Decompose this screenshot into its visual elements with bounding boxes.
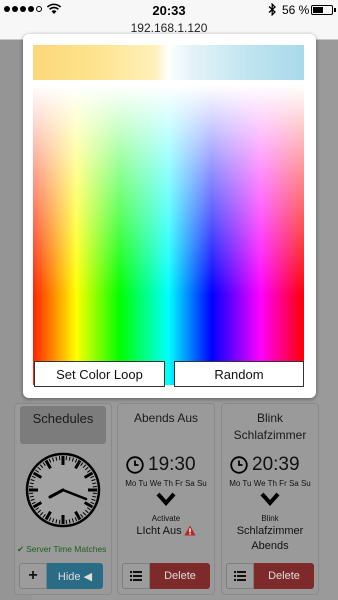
add-schedule-button[interactable]: + (19, 563, 47, 589)
server-status-text: Server Time Matches (26, 544, 107, 554)
clock-icon (230, 456, 248, 474)
plus-icon: + (28, 567, 38, 584)
chevron-down-icon (260, 492, 280, 506)
server-time-status: ✔ Server Time Matches (17, 544, 113, 555)
action-target-label: LIcht Aus (136, 525, 182, 537)
white-temperature-slider[interactable] (33, 45, 304, 80)
hide-button[interactable]: Hide ◀ (47, 563, 103, 589)
delete-button[interactable]: Delete (254, 563, 314, 589)
analog-clock-icon (25, 452, 101, 528)
schedule-title-line1: Blink (256, 411, 283, 425)
action-target-line1: Schlafzimmer (236, 525, 304, 537)
schedule-card-abends-aus: Abends Aus 19:30 Mo Tu We Th Fr Sa Su Ac… (117, 403, 215, 595)
action-target: LIcht Aus (118, 525, 214, 537)
action-target-line2: Abends (251, 540, 289, 552)
bluetooth-icon (268, 3, 276, 16)
schedules-card: Schedules ✔ Server Time Matches + Hide ◀ (14, 403, 112, 595)
status-bar: 20:33 56 % (0, 0, 338, 20)
weekdays: Mo Tu We Th Fr Sa Su (229, 479, 311, 488)
schedule-card-blink-schlafzimmer: Blink Schlafzimmer 20:39 Mo Tu We Th Fr … (221, 403, 319, 595)
schedule-title: Abends Aus (133, 411, 199, 425)
clock-icon (126, 456, 144, 474)
schedules-tab[interactable]: Schedules (20, 406, 106, 444)
delete-label: Delete (268, 570, 300, 582)
list-button[interactable] (226, 563, 254, 589)
set-color-loop-button[interactable]: Set Color Loop (34, 361, 165, 387)
weekdays: Mo Tu We Th Fr Sa Su (125, 479, 207, 488)
delete-label: Delete (164, 570, 196, 582)
action-type: Blink (261, 514, 279, 523)
battery-icon (311, 5, 336, 15)
battery-percent: 56 % (282, 3, 310, 17)
color-picker-modal: Set Color Loop Random (23, 34, 316, 398)
schedules-title: Schedules (32, 411, 94, 426)
list-icon (130, 571, 142, 581)
list-icon (234, 571, 246, 581)
schedule-title-line2: Schlafzimmer (233, 428, 307, 442)
delete-button[interactable]: Delete (150, 563, 210, 589)
check-icon: ✔ (17, 544, 25, 554)
color-spectrum-picker[interactable] (33, 85, 304, 385)
list-button[interactable] (122, 563, 150, 589)
schedule-time: 20:39 (252, 454, 300, 475)
url-text: 192.168.1.120 (130, 21, 208, 35)
random-button[interactable]: Random (174, 361, 304, 387)
hide-label: Hide ◀ (57, 570, 93, 583)
schedule-time: 19:30 (148, 454, 196, 475)
warning-icon (184, 525, 196, 536)
set-color-loop-label: Set Color Loop (56, 366, 143, 382)
chevron-down-icon (156, 492, 176, 506)
random-label: Random (214, 366, 264, 382)
action-type: Activate (151, 514, 181, 523)
